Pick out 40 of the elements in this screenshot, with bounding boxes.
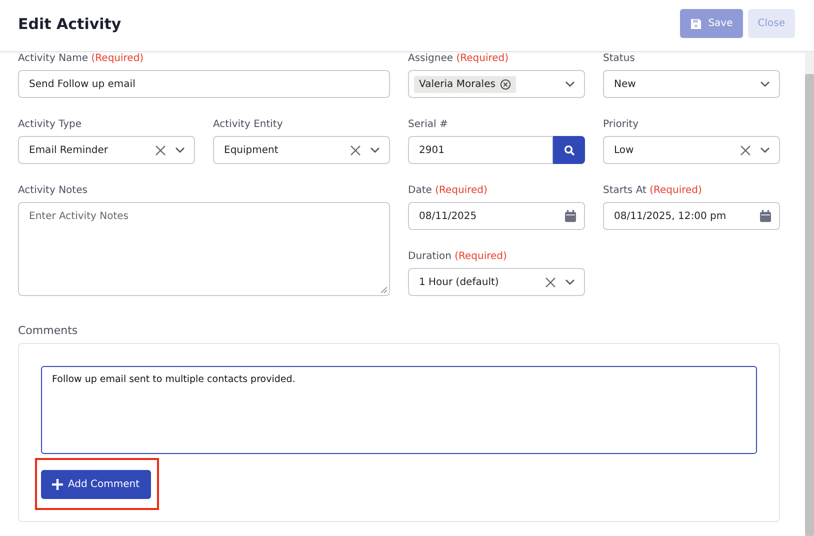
section-label: Comments <box>18 324 79 337</box>
add-comment-button[interactable]: Add Comment <box>41 470 151 499</box>
clear-icon[interactable] <box>155 144 166 156</box>
remove-icon[interactable] <box>500 78 512 90</box>
text-field[interactable]: 2901 <box>408 136 553 164</box>
save-icon <box>690 18 702 30</box>
date-field[interactable]: 08/11/2025 <box>408 202 585 230</box>
window-title: Edit Activity <box>18 14 122 32</box>
field-label: Activity Name (Required) <box>18 52 145 66</box>
date-field[interactable]: 08/11/2025, 12:00 pm <box>603 202 780 230</box>
field-label: Duration (Required) <box>408 250 508 264</box>
select-field[interactable]: New <box>603 70 780 98</box>
clear-icon[interactable] <box>740 144 751 156</box>
search-button[interactable] <box>553 136 585 164</box>
select-field[interactable]: Email Reminder <box>18 136 195 164</box>
field-label: Activity Entity <box>213 118 284 132</box>
field-label: Activity Notes <box>18 184 88 198</box>
clear-icon[interactable] <box>350 144 361 156</box>
notes-field[interactable]: Enter Activity Notes <box>18 202 390 296</box>
calendar-icon[interactable] <box>760 210 771 222</box>
text-field[interactable]: Send Follow up email <box>18 70 390 98</box>
select-field[interactable]: 1 Hour (default) <box>408 268 585 296</box>
resize-handle-icon[interactable] <box>380 286 387 293</box>
field-label: Priority <box>603 118 640 132</box>
field-label: Date (Required) <box>408 184 488 198</box>
scrollbar[interactable] <box>805 52 814 536</box>
field-label: Serial # <box>408 118 449 132</box>
clear-icon[interactable] <box>545 276 556 288</box>
select-field[interactable]: Low <box>603 136 780 164</box>
plus-icon <box>52 479 63 490</box>
field-label: Activity Type <box>18 118 83 132</box>
select-field[interactable]: Valeria Morales <box>408 70 585 98</box>
assignee-chip: Valeria Morales <box>414 76 516 92</box>
search-icon <box>564 144 574 156</box>
field-label: Assignee (Required) <box>408 52 510 66</box>
comment-field[interactable]: Follow up email sent to multiple contacts provided. <box>41 366 757 454</box>
field-label: Starts At (Required) <box>603 184 703 198</box>
calendar-icon[interactable] <box>565 210 576 222</box>
select-field[interactable]: Equipment <box>213 136 390 164</box>
field-label: Status <box>603 52 636 66</box>
